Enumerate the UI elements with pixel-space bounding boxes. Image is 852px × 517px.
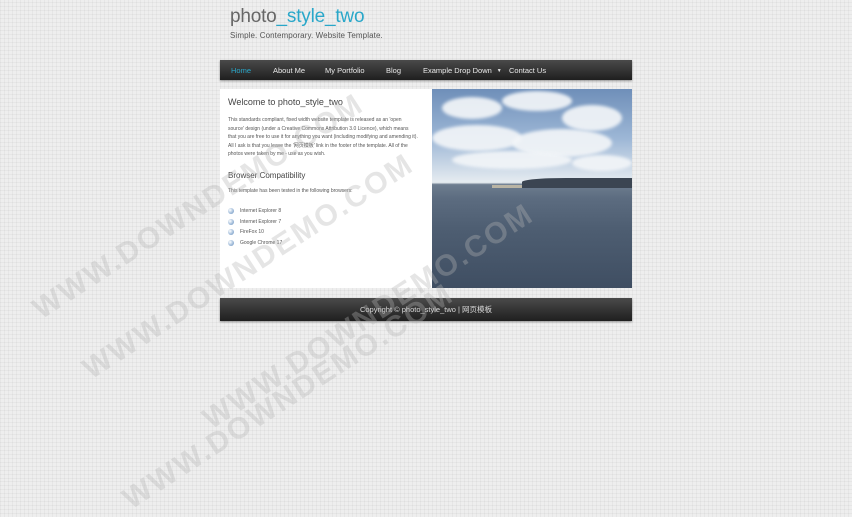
nav-item-contact-us[interactable]: Contact Us: [509, 66, 546, 75]
list-item: Internet Explorer 7: [228, 216, 418, 227]
footer-text: Copyright © photo_style_two | 网页模板: [359, 305, 493, 314]
intro-paragraph: This standards compliant, fixed width we…: [228, 117, 418, 158]
list-item-label: FireFox 10: [240, 229, 264, 236]
list-item: FireFox 10: [228, 227, 418, 238]
bullet-icon: [228, 229, 234, 236]
shoreline: [522, 178, 632, 188]
cloud-shape: [562, 105, 622, 131]
nav-item-home[interactable]: Home: [231, 66, 251, 75]
bullet-icon: [228, 239, 234, 246]
browser-intro: This template has been tested in the fol…: [228, 187, 353, 194]
list-item-label: Internet Explorer 8: [240, 208, 282, 215]
nav-item-my-portfolio[interactable]: My Portfolio: [325, 66, 365, 75]
nav-item-blog[interactable]: Blog: [386, 66, 401, 75]
bullet-icon: [228, 208, 234, 215]
list-item: Google Chrome 17: [228, 237, 418, 248]
cloud-shape: [502, 91, 572, 111]
cloud-shape: [452, 151, 572, 169]
cloud-shape: [442, 97, 502, 119]
hero-photo: [432, 89, 632, 288]
list-item-label: Google Chrome 17: [240, 239, 283, 246]
logo-accent: _style_two: [276, 6, 365, 27]
nav-item-about-me[interactable]: About Me: [273, 66, 305, 75]
cloud-shape: [572, 155, 632, 171]
content-panel: Welcome to photo_style_two This standard…: [220, 89, 632, 288]
logo-prefix: photo: [230, 6, 277, 27]
main-nav: Home About Me My Portfolio Blog Example …: [220, 60, 632, 80]
nav-item-example-drop-down[interactable]: Example Drop Down ▼: [423, 66, 502, 75]
caret-down-icon: ▼: [496, 68, 502, 74]
cloud-shape: [432, 125, 522, 151]
section-heading: Browser Compatibility: [228, 170, 306, 180]
site-footer: Copyright © photo_style_two | 网页模板: [220, 298, 632, 321]
bullet-icon: [228, 218, 234, 225]
nav-item-example-drop-down-label: Example Drop Down: [423, 66, 492, 75]
browser-list: Internet Explorer 8 Internet Explorer 7 …: [228, 206, 418, 248]
list-item-label: Internet Explorer 7: [240, 218, 282, 225]
main-content: Welcome to photo_style_two This standard…: [228, 97, 418, 248]
site-slogan: Simple. Contemporary. Website Template.: [230, 31, 383, 40]
site-logo[interactable]: photo_style_two: [230, 6, 383, 28]
page-title: Welcome to photo_style_two: [228, 97, 343, 107]
site-header: photo_style_two Simple. Contemporary. We…: [230, 6, 383, 40]
list-item: Internet Explorer 8: [228, 206, 418, 217]
